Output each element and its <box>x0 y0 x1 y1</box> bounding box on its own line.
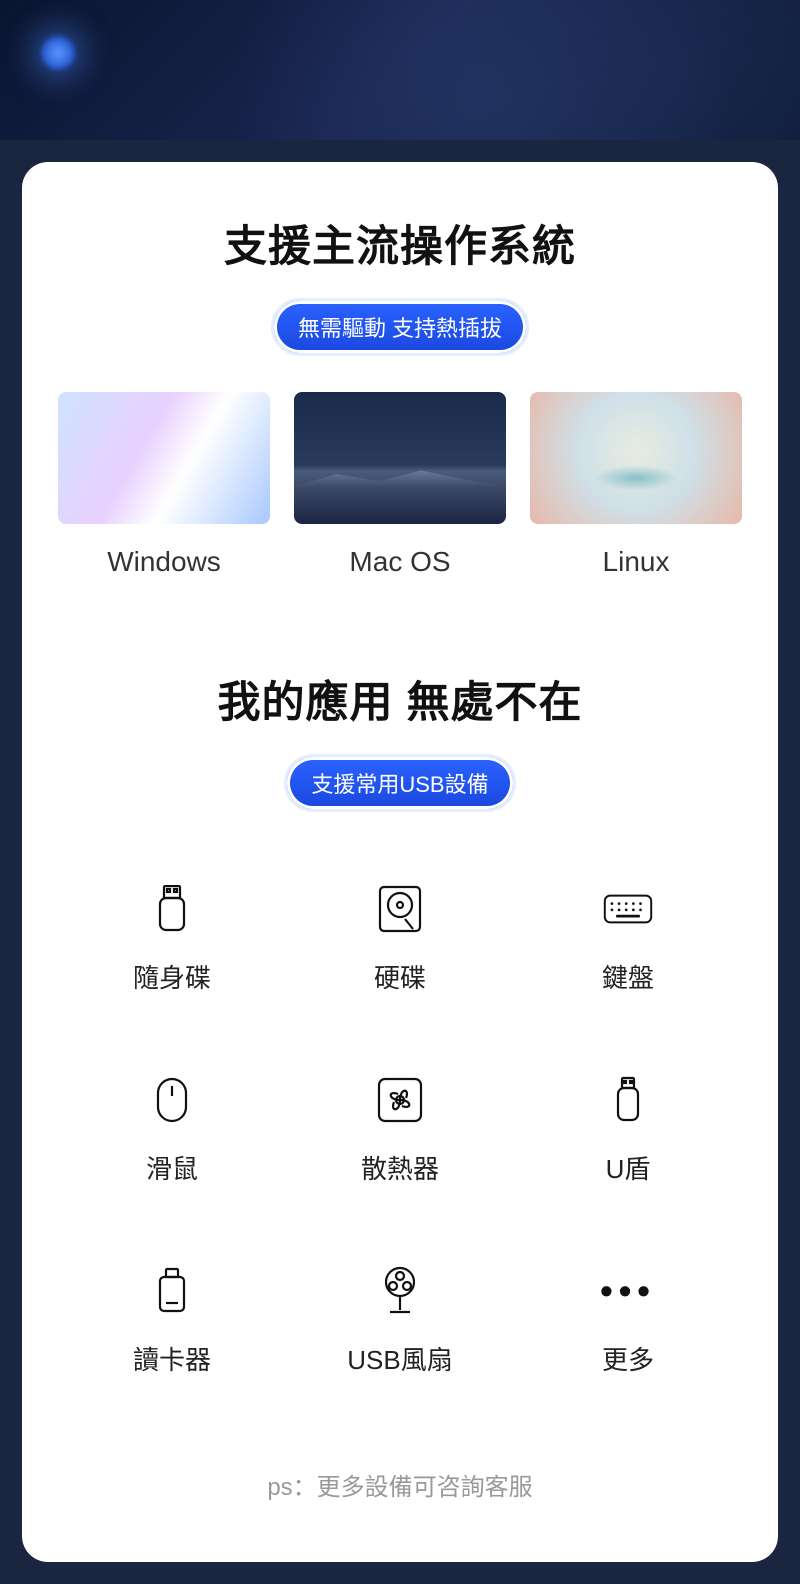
devices-footnote: ps：更多設備可咨詢客服 <box>58 1467 742 1502</box>
device-label: 滑鼠 <box>58 1149 286 1186</box>
devices-section-title: 我的應用 無處不在 <box>58 668 742 730</box>
keyboard-icon <box>603 884 653 934</box>
os-section-title: 支援主流操作系統 <box>58 212 742 274</box>
device-item-usb-fan: USB風扇 <box>286 1266 514 1377</box>
mouse-icon <box>147 1075 197 1125</box>
os-label: Linux <box>530 546 742 578</box>
usb-drive-icon <box>147 884 197 934</box>
device-item-harddisk: 硬碟 <box>286 884 514 995</box>
device-label: USB風扇 <box>286 1340 514 1377</box>
content-card: 支援主流操作系統 無需驅動 支持熱插拔 Windows Mac OS Linux… <box>22 162 778 1562</box>
device-item-mouse: 滑鼠 <box>58 1075 286 1186</box>
os-subtitle-pill: 無需驅動 支持熱插拔 <box>271 298 529 356</box>
harddisk-icon <box>375 884 425 934</box>
devices-subtitle-pill: 支援常用USB設備 <box>284 754 515 812</box>
cooler-icon <box>375 1075 425 1125</box>
device-label: 散熱器 <box>286 1149 514 1186</box>
windows-wallpaper-icon <box>58 392 270 524</box>
device-label: U盾 <box>514 1149 742 1186</box>
device-item-more: ••• 更多 <box>514 1266 742 1377</box>
os-label: Windows <box>58 546 270 578</box>
device-label: 鍵盤 <box>514 958 742 995</box>
device-item-usb-drive: 隨身碟 <box>58 884 286 995</box>
device-item-ushield: U盾 <box>514 1075 742 1186</box>
device-label: 讀卡器 <box>58 1340 286 1377</box>
usb-fan-icon <box>375 1266 425 1316</box>
os-item-windows: Windows <box>58 392 270 578</box>
os-list: Windows Mac OS Linux <box>58 392 742 578</box>
device-label: 隨身碟 <box>58 958 286 995</box>
more-icon: ••• <box>603 1266 653 1316</box>
macos-wallpaper-icon <box>294 392 506 524</box>
os-item-macos: Mac OS <box>294 392 506 578</box>
linux-wallpaper-icon <box>530 392 742 524</box>
os-label: Mac OS <box>294 546 506 578</box>
os-item-linux: Linux <box>530 392 742 578</box>
hero-banner <box>0 0 800 140</box>
card-reader-icon <box>147 1266 197 1316</box>
device-item-keyboard: 鍵盤 <box>514 884 742 995</box>
usb-shield-icon <box>603 1075 653 1125</box>
device-item-card-reader: 讀卡器 <box>58 1266 286 1377</box>
device-label: 硬碟 <box>286 958 514 995</box>
device-item-cooler: 散熱器 <box>286 1075 514 1186</box>
device-grid: 隨身碟 硬碟 <box>58 884 742 1377</box>
device-label: 更多 <box>514 1340 742 1377</box>
